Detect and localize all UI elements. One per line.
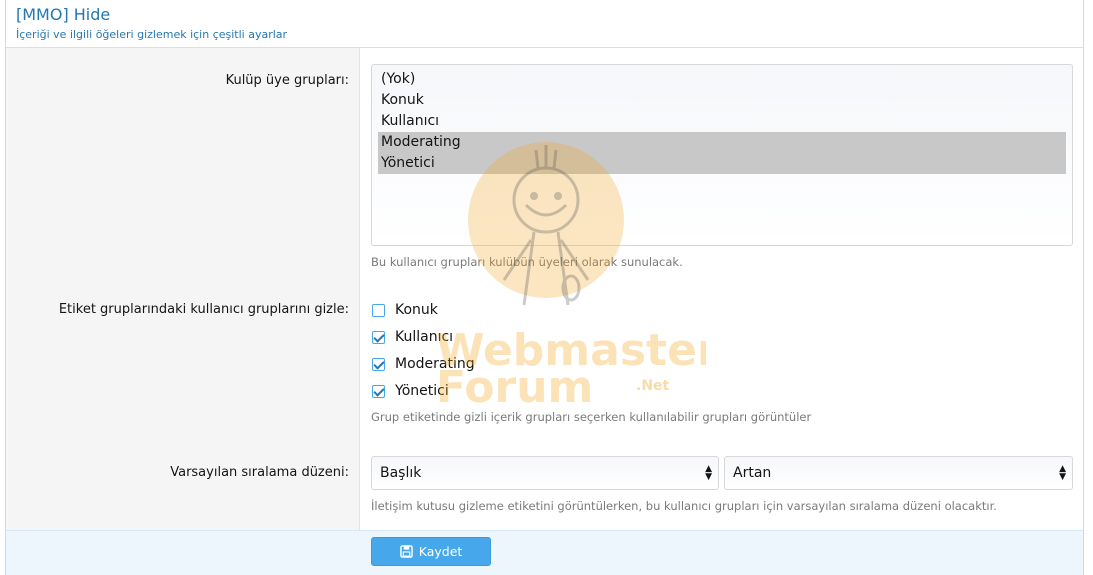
- checkbox-guest[interactable]: [372, 303, 385, 317]
- form-footer: Kaydet: [6, 530, 1083, 575]
- checkbox-label-moderating: Moderating: [395, 356, 475, 372]
- hide-groups-label: Etiket gruplarındaki kullanıcı grupların…: [58, 302, 349, 317]
- panel-header: [MMO] Hide İçeriği ve ilgili öğeleri giz…: [6, 0, 1083, 48]
- checkbox-row-guest[interactable]: Konuk: [372, 301, 438, 319]
- club-groups-label: Kulüp üye grupları:: [225, 73, 349, 88]
- page-description: İçeriği ve ilgili öğeleri gizlemek için …: [16, 28, 288, 41]
- save-button-label: Kaydet: [418, 544, 463, 559]
- checkbox-user[interactable]: [372, 330, 385, 344]
- checkbox-row-admin[interactable]: Yönetici: [372, 382, 449, 400]
- checkbox-label-guest: Konuk: [395, 302, 438, 318]
- list-option-admin[interactable]: Yönetici: [378, 153, 1066, 174]
- settings-panel: [MMO] Hide İçeriği ve ilgili öğeleri giz…: [5, 0, 1084, 575]
- list-option-user[interactable]: Kullanıcı: [378, 111, 1066, 132]
- checkbox-moderating[interactable]: [372, 357, 385, 371]
- sort-order-label: Varsayılan sıralama düzeni:: [170, 465, 349, 480]
- select-arrows-icon: ▲ ▼: [705, 464, 712, 482]
- club-groups-hint: Bu kullanıcı grupları kulübün üyeleri ol…: [371, 255, 683, 269]
- sort-field-select[interactable]: Başlık ▲ ▼: [371, 456, 719, 490]
- select-arrows-icon: ▲ ▼: [1059, 464, 1066, 482]
- sort-direction-select[interactable]: Artan ▲ ▼: [724, 456, 1073, 490]
- checkbox-label-admin: Yönetici: [395, 383, 449, 399]
- sort-field-value: Başlık: [380, 465, 422, 481]
- form-body: Kulüp üye grupları: Etiket gruplarındaki…: [6, 48, 1083, 530]
- list-option-none[interactable]: (Yok): [378, 69, 1066, 90]
- save-button[interactable]: Kaydet: [371, 537, 491, 566]
- club-groups-listbox[interactable]: (Yok) Konuk Kullanıcı Moderating Yönetic…: [371, 64, 1073, 246]
- sort-order-hint: İletişim kutusu gizleme etiketini görünt…: [371, 499, 997, 513]
- checkbox-label-user: Kullanıcı: [395, 329, 454, 345]
- hide-groups-hint: Grup etiketinde gizli içerik grupları se…: [371, 410, 812, 424]
- checkbox-row-user[interactable]: Kullanıcı: [372, 328, 453, 346]
- list-option-guest[interactable]: Konuk: [378, 90, 1066, 111]
- checkbox-row-moderating[interactable]: Moderating: [372, 355, 475, 373]
- list-option-moderating[interactable]: Moderating: [378, 132, 1066, 153]
- floppy-disk-icon: [399, 545, 413, 558]
- checkbox-admin[interactable]: [372, 384, 385, 398]
- label-column: Kulüp üye grupları: Etiket gruplarındaki…: [6, 48, 360, 530]
- page-title: [MMO] Hide: [16, 5, 111, 24]
- sort-direction-value: Artan: [733, 465, 772, 481]
